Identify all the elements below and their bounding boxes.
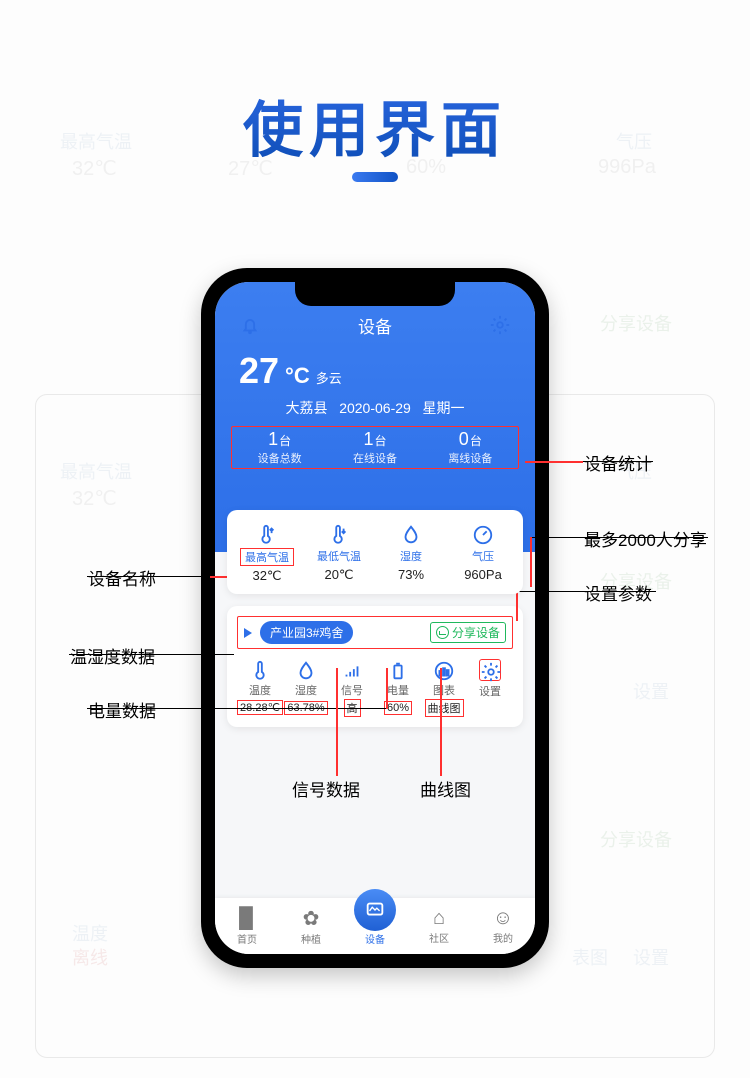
thermometer-up-icon	[231, 520, 303, 546]
header-title: 设备	[215, 313, 535, 338]
connector-line	[69, 654, 234, 655]
share-icon	[436, 626, 449, 639]
location-date: 大荔县 2020-06-29 星期一	[231, 398, 519, 418]
connector-line	[530, 537, 708, 538]
home-icon: ▉	[215, 906, 279, 931]
weather-card: 最高气温 32℃ 最低气温 20℃ 湿度 73% 气压 960Pa	[227, 510, 523, 594]
nav-plant[interactable]: ✿种植	[279, 906, 343, 946]
annot-max-share: 最多2000人分享	[584, 526, 707, 551]
current-temp: 27°C 多云	[231, 350, 519, 392]
metric-value: 60%	[384, 701, 412, 715]
nav-label: 我的	[471, 930, 535, 945]
annot-device-stats: 设备统计	[584, 450, 652, 475]
metric-label: 电量	[375, 682, 421, 698]
stat-offline[interactable]: 0台离线设备	[423, 427, 518, 468]
weather-text: 多云	[316, 368, 342, 387]
metric-value: 曲线图	[425, 699, 464, 717]
wc-label: 气压	[468, 548, 498, 564]
wc-max-temp: 最高气温 32℃	[231, 520, 303, 584]
nav-mine[interactable]: ☺我的	[471, 907, 535, 945]
nav-label: 设备	[343, 931, 407, 946]
annot-temp-humid: 温湿度数据	[70, 643, 155, 668]
play-icon	[244, 628, 252, 638]
monitor-icon	[354, 889, 396, 931]
wc-label: 最高气温	[240, 548, 294, 566]
wc-val: 73%	[375, 567, 447, 582]
building-icon: ⌂	[407, 907, 471, 930]
connector-line	[386, 668, 388, 709]
date: 2020-06-29	[339, 400, 411, 416]
location: 大荔县	[286, 400, 328, 416]
thermometer-down-icon	[303, 520, 375, 546]
connector-line	[440, 668, 442, 776]
metric-label: 设置	[467, 683, 513, 699]
wc-val: 20℃	[303, 567, 375, 583]
nav-label: 社区	[407, 930, 471, 945]
temp-unit: °C	[285, 363, 310, 389]
phone-frame: 设备 27°C 多云 大荔县 2020-06-29 星期一 1台设备总数 1台在…	[201, 268, 549, 968]
connector-line	[87, 708, 387, 709]
connector-line	[530, 537, 532, 587]
wc-label: 最低气温	[313, 548, 365, 564]
connector-line	[516, 591, 518, 621]
annot-signal: 信号数据	[292, 776, 360, 801]
annot-battery: 电量数据	[88, 697, 156, 722]
wc-label: 湿度	[396, 548, 426, 564]
share-label: 分享设备	[452, 624, 500, 641]
metric-label: 湿度	[283, 682, 329, 698]
title-underline	[352, 172, 398, 182]
connector-line	[525, 461, 583, 463]
nav-community[interactable]: ⌂社区	[407, 907, 471, 945]
person-icon: ☺	[471, 907, 535, 930]
nav-label: 种植	[279, 931, 343, 946]
chart-icon	[421, 659, 467, 681]
wc-pressure: 气压 960Pa	[447, 520, 519, 584]
metric-chart[interactable]: 图表 曲线图	[421, 659, 467, 717]
settings-icon	[479, 659, 501, 681]
nav-label: 首页	[215, 931, 279, 946]
connector-line	[583, 461, 653, 462]
stat-online[interactable]: 1台在线设备	[327, 427, 422, 468]
metric-label: 图表	[421, 682, 467, 698]
gauge-icon	[447, 520, 519, 546]
share-device-button[interactable]: 分享设备	[430, 622, 506, 643]
wc-min-temp: 最低气温 20℃	[303, 520, 375, 584]
water-drop-icon	[375, 520, 447, 546]
annot-curve: 曲线图	[420, 776, 471, 801]
plant-icon: ✿	[279, 906, 343, 931]
ghost-text: 分享设备	[600, 310, 672, 336]
drop-icon	[283, 659, 329, 681]
temp-value: 27	[239, 350, 279, 392]
thermometer-icon	[237, 659, 283, 681]
annot-device-name: 设备名称	[88, 565, 156, 590]
metric-label: 温度	[237, 682, 283, 698]
bottom-nav: ▉首页 ✿种植 设备 ⌂社区 ☺我的	[215, 898, 535, 954]
device-header[interactable]: 产业园3#鸡舍 分享设备	[237, 616, 513, 649]
page-title: 使用界面	[0, 82, 750, 169]
device-name-pill: 产业园3#鸡舍	[260, 621, 353, 644]
phone-screen: 设备 27°C 多云 大荔县 2020-06-29 星期一 1台设备总数 1台在…	[215, 282, 535, 954]
metric-settings[interactable]: 设置	[467, 659, 513, 717]
nav-home[interactable]: ▉首页	[215, 906, 279, 946]
device-stats-row: 1台设备总数 1台在线设备 0台离线设备	[231, 426, 519, 469]
wc-val: 960Pa	[447, 567, 519, 582]
battery-icon	[375, 659, 421, 681]
nav-device[interactable]: 设备	[343, 907, 407, 946]
phone-notch	[295, 282, 455, 306]
wc-humidity: 湿度 73%	[375, 520, 447, 584]
stat-total[interactable]: 1台设备总数	[232, 427, 327, 468]
annot-set-params: 设置参数	[584, 580, 652, 605]
connector-line	[516, 591, 656, 592]
wc-val: 32℃	[231, 568, 303, 584]
connector-line	[336, 668, 338, 776]
weekday: 星期一	[422, 400, 464, 416]
